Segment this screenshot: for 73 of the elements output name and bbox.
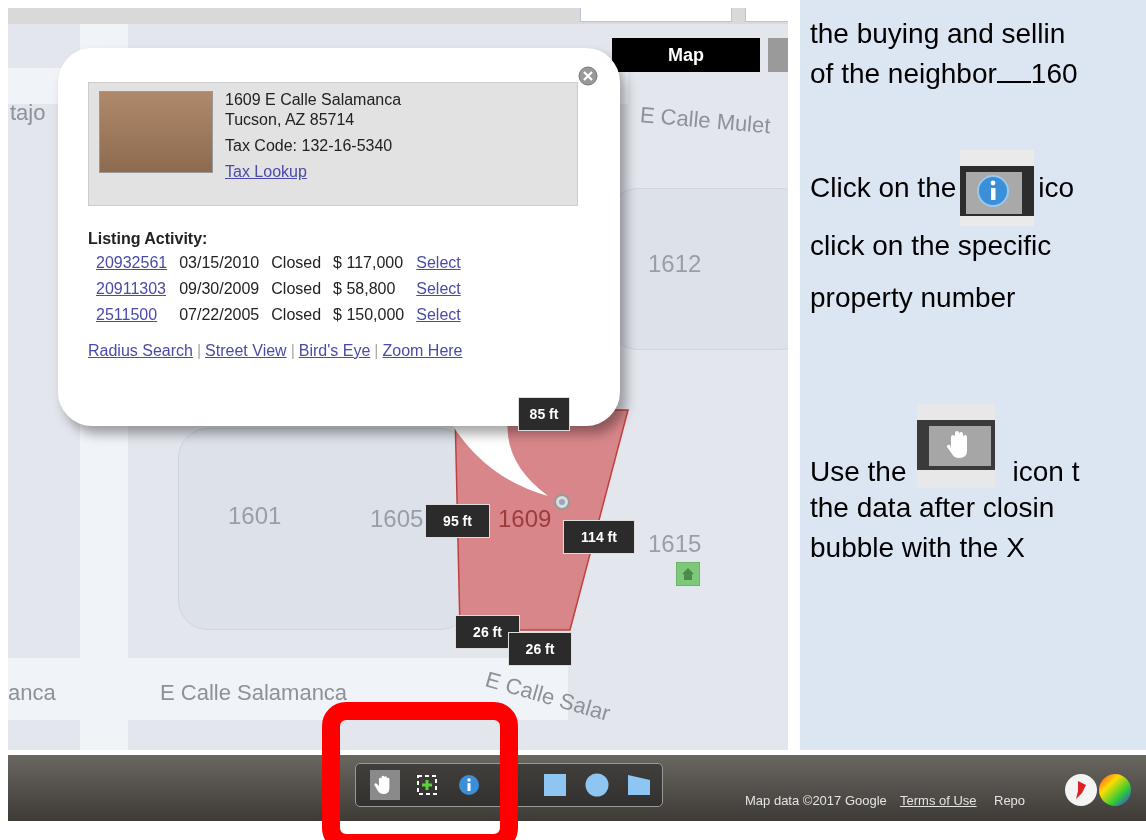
address-line: 1609 E Calle Salamanca	[225, 91, 402, 109]
link-separator: |	[290, 342, 295, 360]
hand-tool-button[interactable]	[370, 770, 400, 800]
polygon-icon	[627, 774, 651, 796]
info-button-icon	[960, 150, 1035, 226]
street-label: E Calle Mulet	[638, 102, 772, 140]
instruction-text: ico	[1038, 172, 1075, 204]
dimension-label: 26 ft	[455, 615, 520, 649]
listing-date: 09/30/2009	[179, 280, 260, 297]
listing-status: Closed	[271, 306, 322, 323]
action-link[interactable]: Street View	[205, 342, 287, 360]
link-separator: |	[196, 342, 202, 360]
instruction-text: the buying and sellin	[810, 18, 1066, 50]
tax-code: Tax Code: 132-16-5340	[225, 137, 394, 155]
location-marker-icon[interactable]	[554, 494, 570, 510]
map-view-button[interactable]: Map	[612, 38, 760, 72]
select-link[interactable]: Select	[416, 280, 461, 297]
listing-status: Closed	[271, 254, 322, 271]
select-link[interactable]: Select	[416, 254, 461, 271]
dimension-label: 95 ft	[425, 504, 490, 538]
instruction-text: 160	[1030, 58, 1078, 90]
select-area-icon	[416, 774, 438, 796]
dimension-label: 26 ft	[508, 632, 572, 666]
dimension-label: 114 ft	[563, 520, 635, 554]
action-link[interactable]: Zoom Here	[382, 342, 463, 360]
instruction-text: property number	[810, 282, 1016, 314]
tax-lookup-link[interactable]: Tax Lookup	[225, 163, 402, 181]
listing-price: $ 117,000	[333, 254, 404, 271]
instruction-text: Use the	[810, 456, 907, 488]
house-marker-icon[interactable]	[676, 562, 700, 586]
action-link[interactable]: Bird's Eye	[298, 342, 371, 360]
color-wheel-icon[interactable]	[1098, 773, 1132, 807]
circle-icon	[585, 773, 609, 797]
select-link[interactable]: Select	[416, 306, 461, 323]
lot-number: 1601	[228, 502, 282, 530]
lot-number: 1609	[498, 505, 552, 533]
input-field[interactable]	[580, 8, 732, 22]
pin-icon[interactable]	[1064, 773, 1098, 807]
instruction-text: icon t	[1012, 456, 1080, 488]
lot-number: 1615	[648, 530, 702, 558]
action-link[interactable]: Radius Search	[88, 342, 193, 360]
listing-price: $ 150,000	[333, 306, 405, 323]
mls-link[interactable]: 2511500	[96, 306, 158, 323]
instruction-text: click on the specific	[810, 230, 1052, 262]
hand-button-icon	[916, 404, 995, 488]
instruction-text: Click on the	[810, 172, 957, 204]
terms-link[interactable]: Terms of Use	[900, 793, 977, 808]
dimension-label: 85 ft	[518, 397, 570, 431]
instruction-text: bubble with the X	[810, 532, 1025, 564]
listing-date: 03/15/2010	[179, 254, 260, 271]
street-label: E Calle Salar	[482, 666, 613, 727]
report-link[interactable]: Repo	[994, 793, 1026, 808]
instruction-text: of the neighbor	[810, 58, 997, 90]
listing-date: 07/22/2005	[179, 306, 260, 323]
listing-price: $ 58,800	[333, 280, 396, 297]
listing-status: Closed	[271, 280, 322, 297]
close-icon[interactable]	[578, 66, 598, 86]
instruction-text: the data after closin	[810, 492, 1055, 524]
info-icon	[458, 774, 480, 796]
blank-line	[996, 81, 1031, 83]
map-attribution: Map data ©2017 Google	[745, 793, 887, 808]
mls-link[interactable]: 20911303	[96, 280, 166, 297]
address-line: Tucson, AZ 85714	[225, 111, 356, 129]
listing-heading: Listing Activity:	[88, 230, 209, 248]
link-separator: |	[374, 342, 379, 360]
mls-link[interactable]: 20932561	[96, 254, 168, 271]
street-label: tajo	[10, 100, 46, 126]
lot-number: 1612	[648, 250, 702, 278]
rectangle-icon	[543, 773, 567, 797]
map[interactable]	[8, 8, 788, 750]
lot-number: 1605	[370, 505, 424, 533]
street-label: E Calle Salamanca	[160, 680, 348, 706]
street-label: anca	[8, 680, 56, 706]
